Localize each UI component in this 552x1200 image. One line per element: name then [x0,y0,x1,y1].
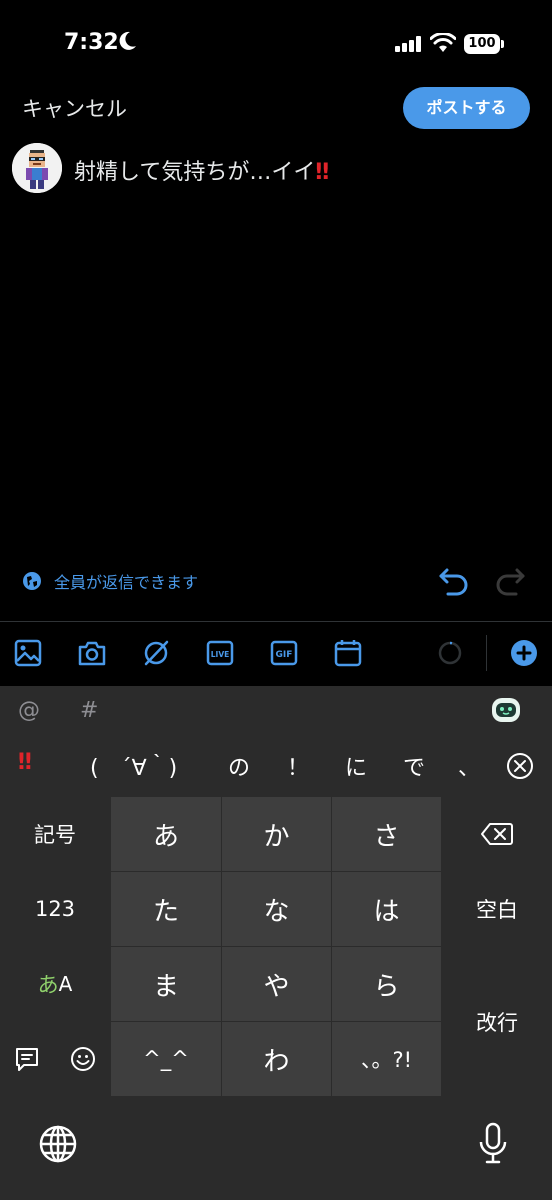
live-icon[interactable]: LIVE [206,639,234,667]
schedule-icon[interactable] [334,639,362,667]
avatar[interactable] [12,143,62,193]
key-ma[interactable]: ま [111,947,221,1021]
key-ka[interactable]: か [222,797,331,871]
key-punctuation[interactable]: 、。?! [332,1022,441,1096]
avatar-image [12,143,62,193]
redo-icon[interactable] [494,566,526,596]
candidate-item[interactable]: の [228,750,250,782]
key-na[interactable]: な [222,872,331,946]
gif-icon-label: GIF [276,650,293,660]
candidate-item[interactable]: ‼ [18,750,32,775]
candidate-item[interactable]: ！ [287,750,309,782]
live-icon-label: LIVE [211,650,230,659]
cancel-button[interactable]: キャンセル [22,93,127,123]
kana-mode-label: あ [37,973,59,997]
backspace-icon [481,823,513,845]
candidate-item[interactable]: ( ´∀｀) [90,750,177,782]
undo-icon[interactable] [438,566,470,596]
key-ta[interactable]: た [111,872,221,946]
key-ra[interactable]: ら [332,947,441,1021]
microphone-icon[interactable] [478,1122,508,1166]
key-ha[interactable]: は [332,872,441,946]
camera-icon[interactable] [78,639,106,667]
key-wa[interactable]: わ [222,1022,331,1096]
at-key[interactable]: @ [18,698,40,723]
compose-input[interactable]: 射精して気持ちが…イイ‼ [74,154,329,186]
latin-mode-label: A [58,972,73,996]
reply-setting-button[interactable]: 全員が返信できます [22,569,198,593]
image-icon[interactable] [14,639,42,667]
battery-icon: 100 [464,34,500,54]
key-face[interactable]: ^_^ [111,1022,221,1096]
candidate-item[interactable]: で [403,750,425,782]
compose-text-body: 射精して気持ちが…イイ [74,160,316,185]
globe-small-icon [23,572,41,590]
hash-key[interactable]: # [80,698,98,723]
wifi-icon [430,33,456,52]
enter-key[interactable]: 改行 [442,947,552,1096]
globe-icon[interactable] [38,1124,78,1164]
candidate-item[interactable]: に [345,750,367,782]
signal-icon [395,36,421,52]
numbers-key[interactable]: 123 [0,872,110,946]
delete-key[interactable] [442,797,552,871]
progress-ring-icon [438,641,462,665]
key-ya[interactable]: や [222,947,331,1021]
emoji-key[interactable] [55,1022,110,1096]
candidate-item[interactable]: 、 [458,750,480,782]
kana-mode-key[interactable]: あA [0,947,110,1021]
robot-emoji-icon[interactable] [490,696,522,724]
memo-key[interactable] [0,1022,54,1096]
add-icon[interactable] [510,639,538,667]
memo-icon [16,1048,38,1071]
key-a[interactable]: あ [111,797,221,871]
space-key[interactable]: 空白 [442,872,552,946]
grok-icon[interactable] [142,639,170,667]
toolbar-divider [0,621,552,622]
gif-icon[interactable]: GIF [270,639,298,667]
moon-icon [119,31,136,50]
close-candidates-icon[interactable] [506,752,534,780]
post-button[interactable]: ポストする [403,87,530,129]
battery-tip [501,40,504,48]
toolbar-separator [486,635,487,671]
smiley-icon [70,1047,95,1071]
reply-setting-label: 全員が返信できます [54,573,199,592]
key-sa[interactable]: さ [332,797,441,871]
symbols-key[interactable]: 記号 [0,797,110,871]
status-time: 7:32 [64,30,119,55]
double-exclamation-emoji: ‼ [315,160,329,185]
